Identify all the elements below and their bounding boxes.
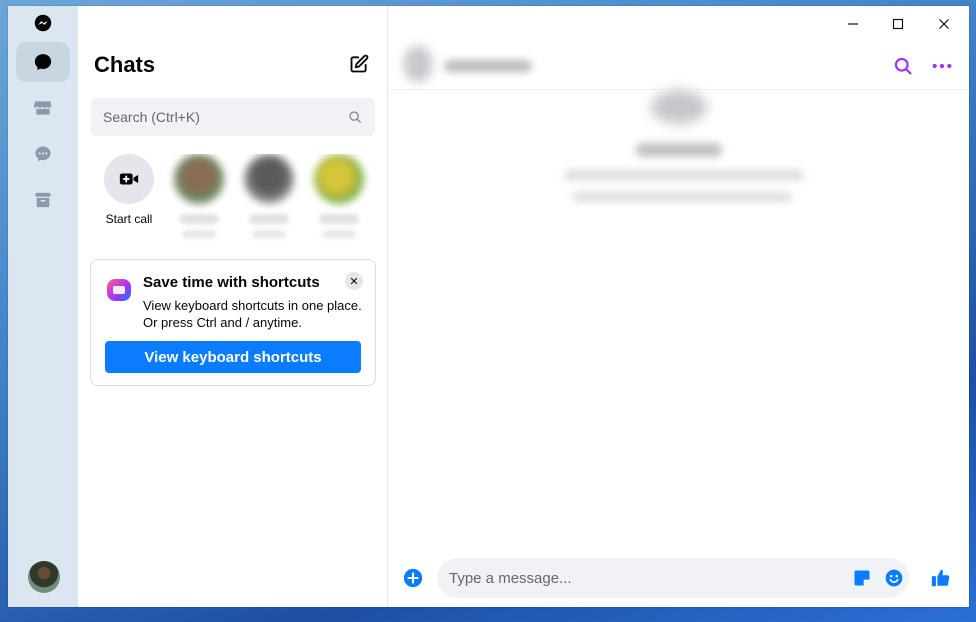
chats-panel: Chats Start call [78,6,388,607]
nav-chats-button[interactable] [16,42,70,82]
story-item[interactable] [234,154,304,244]
conversation-search-button[interactable] [893,56,913,76]
conversation-more-button[interactable] [931,56,953,76]
profile-avatar-redacted [651,90,707,124]
message-input[interactable] [437,558,909,598]
send-like-button[interactable] [930,567,952,589]
search-icon [893,56,913,76]
conversation-header [388,40,969,90]
more-icon [931,56,953,76]
nav-message-requests-button[interactable] [16,134,70,174]
search-icon [348,110,362,124]
story-avatar [314,154,364,204]
message-requests-icon [33,144,53,164]
thumbs-up-icon [930,567,952,589]
story-name-redacted [182,230,216,238]
maximize-icon [892,18,904,30]
sticker-icon [852,568,872,588]
archive-icon [33,190,53,210]
tip-body: View keyboard shortcuts in one place. Or… [143,298,362,330]
close-window-button[interactable] [929,12,959,36]
close-icon [938,18,950,30]
contact-profile-redacted [558,90,818,220]
contact-avatar-redacted[interactable] [404,46,432,82]
keyboard-icon [107,279,131,301]
app-window: Chats Start call [8,6,969,607]
add-attachment-button[interactable] [402,567,424,589]
marketplace-icon [33,98,53,118]
chat-bubble-icon [33,52,53,72]
profile-info-redacted [572,192,792,202]
view-keyboard-shortcuts-button[interactable]: View keyboard shortcuts [105,341,361,373]
video-call-icon [118,168,140,190]
conversation-pane [388,6,969,607]
close-icon[interactable]: ✕ [345,272,363,290]
emoji-button[interactable] [884,568,904,588]
story-item[interactable] [164,154,234,244]
tip-title: Save time with shortcuts [143,274,320,291]
contact-name-redacted[interactable] [444,60,532,72]
story-name-redacted [249,214,289,224]
search-input[interactable] [91,98,375,136]
story-name-redacted [319,214,359,224]
chats-title: Chats [94,52,156,77]
profile-name-redacted [636,143,722,157]
add-icon [402,567,424,589]
start-call-label: Start call [105,212,153,226]
story-item[interactable] [304,154,374,244]
nav-rail [8,6,78,607]
story-name-redacted [252,230,286,238]
maximize-button[interactable] [883,12,913,36]
story-name-redacted [179,214,219,224]
story-avatar [174,154,224,204]
minimize-button[interactable] [838,12,868,36]
start-call-item[interactable]: Start call [94,154,164,244]
nav-marketplace-button[interactable] [16,88,70,128]
profile-avatar[interactable] [28,561,60,593]
emoji-icon [884,568,904,588]
stories-row: Start call [94,154,374,244]
nav-archive-button[interactable] [16,180,70,220]
messenger-logo-icon [34,14,52,32]
shortcuts-tip-card: Save time with shortcuts View keyboard s… [90,259,376,386]
story-avatar [244,154,294,204]
story-name-redacted [322,230,356,238]
chats-header: Chats [94,52,371,82]
new-message-button[interactable] [347,52,371,76]
compose-icon [349,54,369,74]
profile-info-redacted [564,170,804,180]
start-call-button[interactable] [104,154,154,204]
sticker-button[interactable] [852,568,872,588]
minimize-icon [847,18,859,30]
